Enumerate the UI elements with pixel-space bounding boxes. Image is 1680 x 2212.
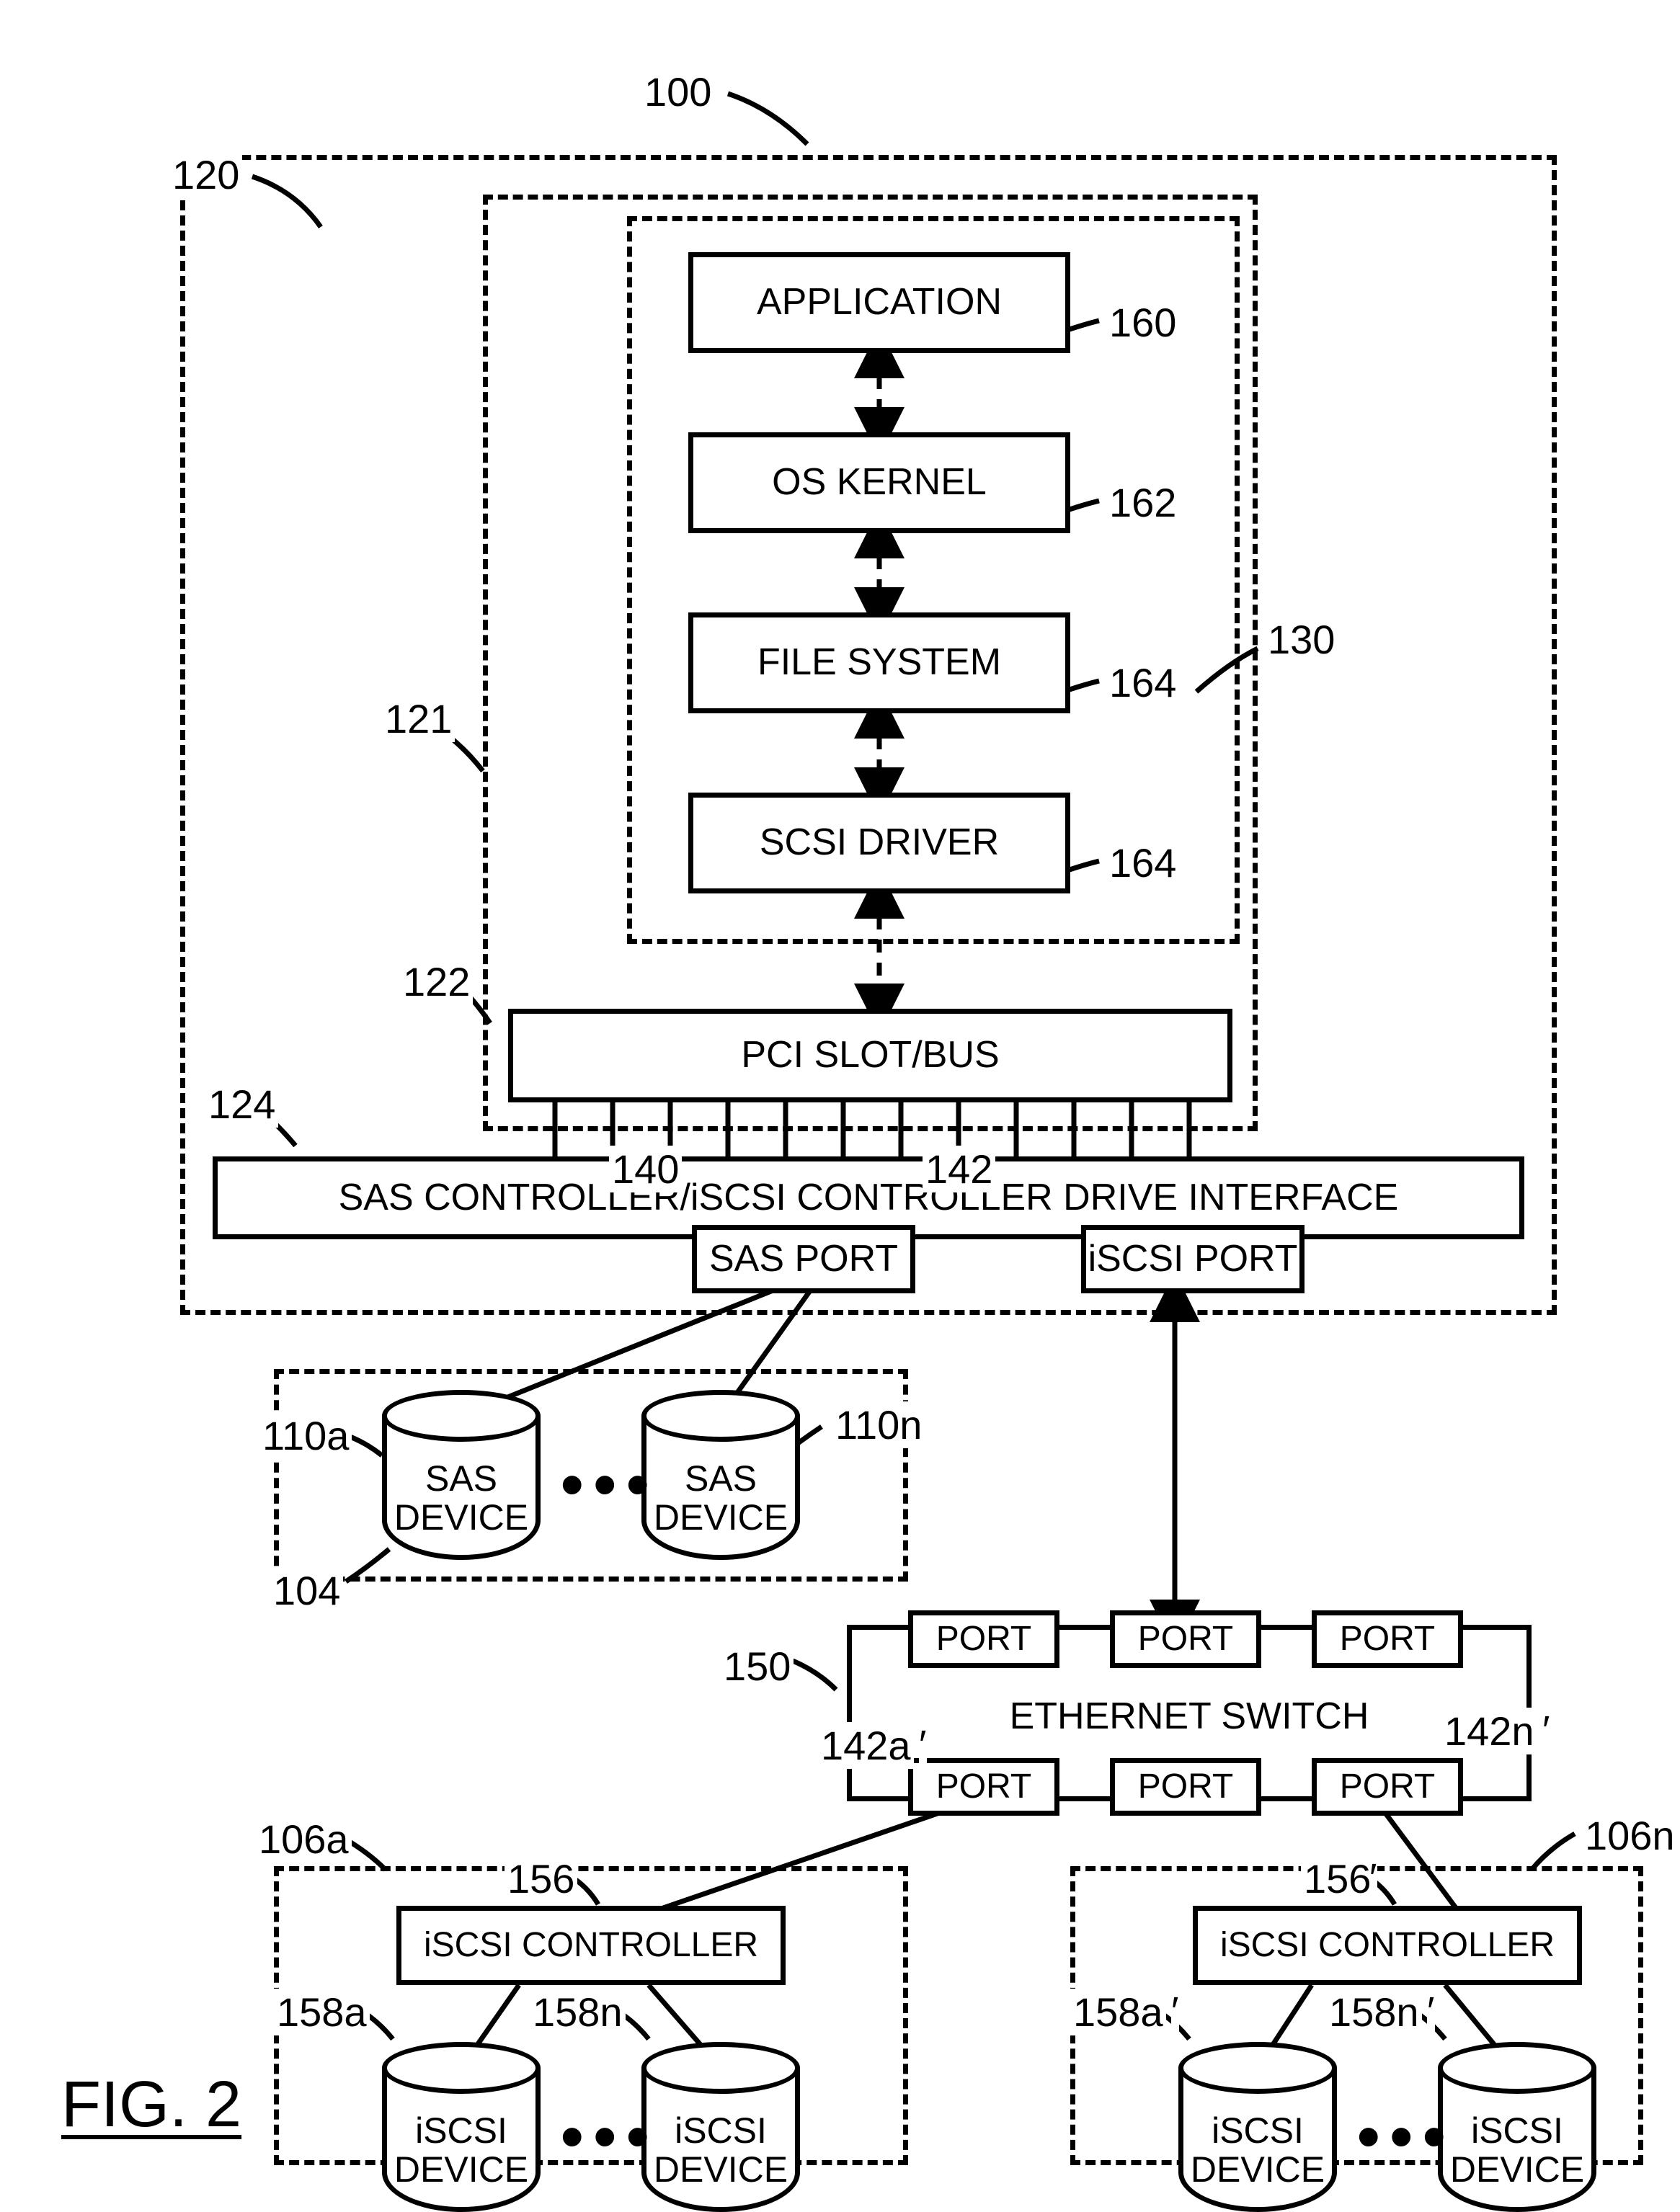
dots-iscsi-a: ••• xyxy=(561,2100,659,2175)
iscsi-controller-156p: iSCSI CONTROLLER xyxy=(1193,1906,1582,1985)
ref-130: 130 xyxy=(1265,616,1338,663)
iscsi-device-158ap: iSCSI DEVICE xyxy=(1178,2068,1337,2212)
sas-device-110n: SAS DEVICE xyxy=(641,1416,800,1560)
application-box: APPLICATION xyxy=(688,252,1070,353)
ref-142: 142 xyxy=(923,1146,995,1192)
ref-140: 140 xyxy=(609,1146,682,1192)
sas-port-box: SAS PORT xyxy=(692,1225,915,1293)
ref-150: 150 xyxy=(721,1643,794,1690)
iscsi-device-158np: iSCSI DEVICE xyxy=(1438,2068,1596,2212)
iscsi-port-box: iSCSI PORT xyxy=(1081,1225,1305,1293)
ref-121: 121 xyxy=(382,695,455,742)
ref-158ap: 158a xyxy=(1070,1989,1166,2035)
ref-106a: 106a xyxy=(256,1816,352,1863)
ref-110n: 110n xyxy=(832,1401,925,1448)
ref-158n: 158n xyxy=(530,1989,626,2035)
ref-156p: 156 xyxy=(1301,1855,1374,1902)
prime-142n: ′ xyxy=(1542,1706,1550,1753)
ref-124: 124 xyxy=(205,1081,278,1128)
ref-158a: 158a xyxy=(274,1989,370,2035)
ref-104: 104 xyxy=(270,1567,343,1614)
file-system-box: FILE SYSTEM xyxy=(688,612,1070,713)
figure-caption: FIG. 2 xyxy=(61,2068,241,2142)
prime-158a: ′ xyxy=(1171,1987,1179,2034)
dots-sas: ••• xyxy=(561,1448,659,1522)
iscsi-controller-156: iSCSI CONTROLLER xyxy=(396,1906,786,1985)
prime-158n: ′ xyxy=(1427,1987,1435,2034)
ref-160: 160 xyxy=(1106,299,1179,346)
eth-port-bot-1: PORT xyxy=(908,1758,1059,1816)
ref-142a: 142a xyxy=(818,1722,914,1769)
iscsi-device-158n: iSCSI DEVICE xyxy=(641,2068,800,2212)
ref-164b: 164 xyxy=(1106,839,1179,886)
eth-port-top-2: PORT xyxy=(1110,1610,1261,1668)
ref-122: 122 xyxy=(400,958,473,1005)
eth-port-bot-3: PORT xyxy=(1312,1758,1463,1816)
dots-iscsi-n: ••• xyxy=(1357,2100,1456,2175)
ref-106n: 106n xyxy=(1582,1812,1678,1859)
eth-port-top-3: PORT xyxy=(1312,1610,1463,1668)
pci-slot-bus-box: PCI SLOT/BUS xyxy=(508,1009,1232,1102)
ref-156: 156 xyxy=(505,1855,577,1902)
scsi-driver-box: SCSI DRIVER xyxy=(688,793,1070,893)
ref-162: 162 xyxy=(1106,479,1179,526)
ref-100: 100 xyxy=(641,68,714,115)
ref-142n: 142n xyxy=(1441,1708,1537,1754)
eth-port-bot-2: PORT xyxy=(1110,1758,1261,1816)
prime-156: ′ xyxy=(1369,1854,1377,1901)
prime-142a: ′ xyxy=(919,1721,927,1767)
sas-device-110a: SAS DEVICE xyxy=(382,1416,541,1560)
ref-164a: 164 xyxy=(1106,659,1179,706)
ref-120: 120 xyxy=(169,151,242,198)
iscsi-device-158a: iSCSI DEVICE xyxy=(382,2068,541,2212)
eth-port-top-1: PORT xyxy=(908,1610,1059,1668)
ref-158np: 158n xyxy=(1326,1989,1422,2035)
os-kernel-box: OS KERNEL xyxy=(688,432,1070,533)
ref-110a: 110a xyxy=(259,1412,352,1459)
